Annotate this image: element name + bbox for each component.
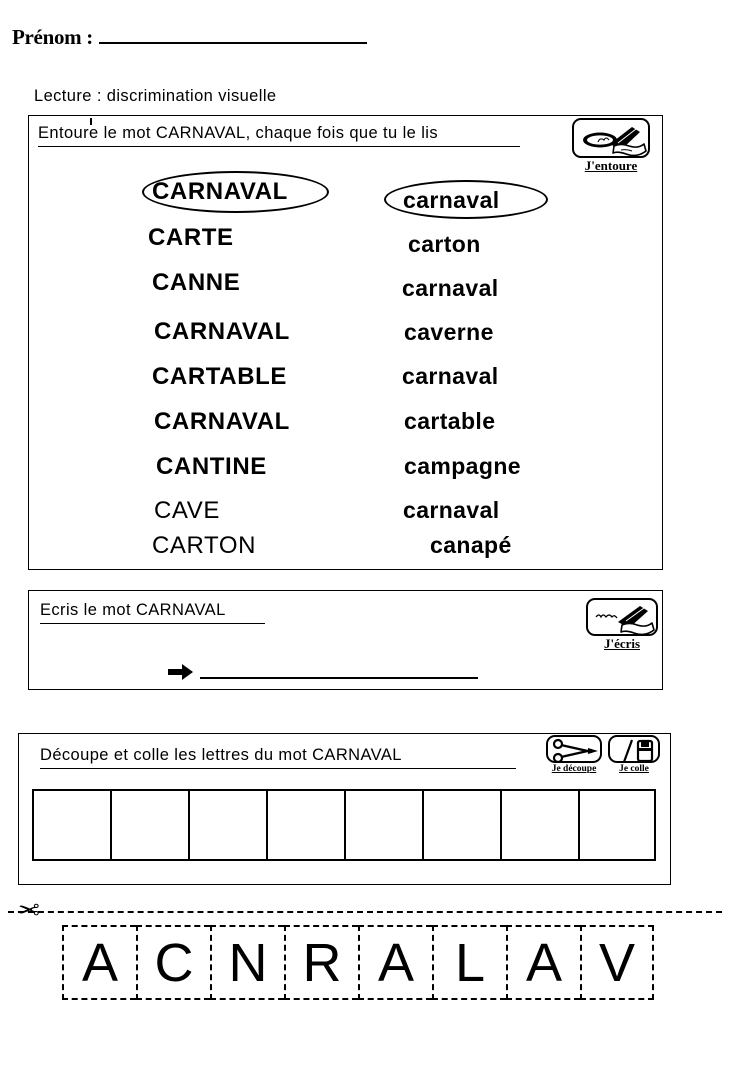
word-left-2[interactable]: CARTE — [148, 226, 234, 250]
letter-tile[interactable]: A — [62, 925, 136, 1000]
cutpaste-cell[interactable] — [344, 789, 422, 861]
word-right-2[interactable]: carton — [408, 233, 481, 256]
word-right-9[interactable]: canapé — [430, 534, 512, 557]
picto-jentoure: J'entoure — [572, 118, 650, 173]
exercise-circle-frame — [28, 115, 663, 570]
word-left-1[interactable]: CARNAVAL — [152, 180, 288, 204]
cutpaste-cell[interactable] — [110, 789, 188, 861]
word-right-3[interactable]: carnaval — [402, 277, 499, 300]
picto-jecris-caption: J'écris — [603, 636, 641, 651]
exercise-write-instruction: Ecris le mot CARNAVAL — [40, 601, 265, 624]
letter-tile[interactable]: N — [210, 925, 284, 1000]
scissors-icon — [546, 735, 602, 763]
name-field-row: Prénom : — [12, 24, 367, 50]
cut-here-dashed-line — [8, 911, 722, 913]
word-right-8[interactable]: carnaval — [403, 499, 500, 522]
word-right-1[interactable]: carnaval — [403, 189, 500, 212]
cutpaste-cell-strip — [32, 789, 656, 861]
word-left-4[interactable]: CARNAVAL — [154, 320, 290, 344]
word-right-7[interactable]: campagne — [404, 455, 521, 478]
hand-writing-icon — [586, 598, 658, 636]
write-answer-line[interactable] — [200, 655, 478, 679]
picto-jentoure-caption: J'entoure — [584, 158, 638, 173]
glue-stick-icon — [608, 735, 660, 763]
cutpaste-cell[interactable] — [266, 789, 344, 861]
cutpaste-cell[interactable] — [188, 789, 266, 861]
letter-tile[interactable]: A — [358, 925, 432, 1000]
letter-tile-strip: A C N R A L A V — [62, 925, 654, 1000]
picto-jecris: J'écris — [586, 598, 658, 651]
word-right-6[interactable]: cartable — [404, 410, 495, 433]
section-caption: Lecture : discrimination visuelle — [34, 87, 277, 105]
cutpaste-cell[interactable] — [500, 789, 578, 861]
picto-jedecoupe-caption: Je découpe — [551, 764, 597, 774]
word-left-3[interactable]: CANNE — [152, 271, 240, 295]
letter-tile[interactable]: C — [136, 925, 210, 1000]
letter-tile[interactable]: A — [506, 925, 580, 1000]
word-left-5[interactable]: CARTABLE — [152, 365, 287, 389]
picto-jedecoupe: Je découpe — [546, 735, 602, 774]
word-right-4[interactable]: caverne — [404, 321, 494, 344]
name-field-label: Prénom : — [12, 25, 93, 49]
hand-circling-word-icon — [572, 118, 650, 158]
word-right-5[interactable]: carnaval — [402, 365, 499, 388]
picto-jecolle: Je colle — [608, 735, 660, 774]
scissors-icon: ✂ — [18, 895, 40, 925]
word-left-7[interactable]: CANTINE — [156, 455, 267, 479]
word-left-6[interactable]: CARNAVAL — [154, 410, 290, 434]
letter-tile[interactable]: L — [432, 925, 506, 1000]
letter-tile[interactable]: R — [284, 925, 358, 1000]
exercise-cutpaste-instruction: Découpe et colle les lettres du mot CARN… — [40, 746, 516, 769]
word-left-8[interactable]: CAVE — [154, 499, 220, 523]
cutpaste-cell[interactable] — [32, 789, 110, 861]
cutpaste-cell[interactable] — [578, 789, 656, 861]
name-input-blank[interactable] — [99, 24, 367, 44]
exercise-circle-instruction: Entoure le mot CARNAVAL, chaque fois que… — [38, 124, 520, 147]
word-left-9[interactable]: CARTON — [152, 534, 256, 558]
picto-jecolle-caption: Je colle — [619, 764, 649, 774]
cutpaste-cell[interactable] — [422, 789, 500, 861]
letter-tile[interactable]: V — [580, 925, 654, 1000]
